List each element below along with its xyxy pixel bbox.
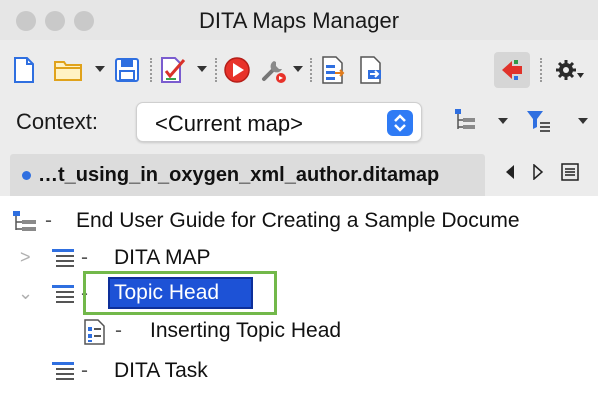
tree-item-dita-task[interactable]: - DITA Task	[0, 354, 598, 390]
context-select[interactable]: <Current map>	[136, 102, 422, 142]
map-tree: - End User Guide for Creating a Sample D…	[0, 196, 598, 404]
tree-dash: -	[81, 359, 88, 382]
tree-root-row[interactable]: - End User Guide for Creating a Sample D…	[0, 204, 598, 240]
tree-dash: -	[45, 209, 52, 232]
filter-icon[interactable]	[524, 106, 554, 134]
topicref-icon	[52, 249, 76, 274]
validate-icon[interactable]	[158, 56, 188, 84]
map-tab-label: …t_using_in_oxygen_xml_author.ditamap	[38, 164, 440, 186]
title-bar: DITA Maps Manager	[0, 0, 598, 40]
toolbar	[0, 40, 598, 96]
expand-chevron-icon[interactable]: >	[20, 247, 31, 268]
tree-dash: -	[115, 319, 122, 342]
tree-root-label: End User Guide for Creating a Sample Doc…	[76, 209, 520, 232]
apply-transformation-icon[interactable]	[222, 56, 252, 84]
open-dropdown-icon[interactable]	[95, 66, 105, 72]
open-folder-icon[interactable]	[53, 56, 83, 84]
filter-dropdown-icon[interactable]	[578, 118, 588, 124]
topic-file-icon	[84, 319, 106, 350]
tab-list-menu-icon[interactable]	[560, 162, 580, 182]
sort-icon[interactable]	[453, 106, 479, 134]
collapse-chevron-icon[interactable]: ⌄	[18, 283, 33, 304]
modified-dot-icon	[22, 171, 31, 180]
tree-item-label: DITA Task	[114, 359, 208, 382]
tree-item-topic-head[interactable]: ⌄ - Topic Head	[0, 271, 598, 315]
export-map-icon[interactable]	[320, 56, 346, 84]
map-tab[interactable]: …t_using_in_oxygen_xml_author.ditamap	[10, 154, 485, 196]
tree-dash: -	[81, 246, 88, 269]
context-row: Context: <Current map>	[0, 96, 598, 148]
topichead-icon	[52, 285, 76, 310]
tree-item-label: DITA MAP	[114, 246, 211, 269]
validate-dropdown-icon[interactable]	[197, 66, 207, 72]
context-selected-value: <Current map>	[155, 111, 303, 136]
toolbar-separator	[150, 58, 152, 82]
new-file-icon[interactable]	[12, 56, 36, 84]
toolbar-separator	[540, 58, 542, 82]
map-tab-bar: …t_using_in_oxygen_xml_author.ditamap	[0, 148, 598, 196]
highlight-annotation	[83, 271, 277, 315]
topicref-icon	[52, 362, 76, 387]
context-label: Context:	[16, 109, 98, 134]
sort-dropdown-icon[interactable]	[498, 118, 508, 124]
toolbar-separator	[310, 58, 312, 82]
map-root-icon	[12, 210, 38, 239]
tree-item-label: Inserting Topic Head	[150, 319, 342, 342]
transformation-dropdown-icon[interactable]	[293, 66, 303, 72]
tab-scroll-right-icon[interactable]	[530, 162, 546, 182]
window-title: DITA Maps Manager	[198, 8, 400, 33]
toolbar-separator	[215, 58, 217, 82]
configure-transformation-icon[interactable]	[258, 56, 288, 84]
open-map-in-editor-icon[interactable]	[358, 56, 384, 84]
link-with-editor-icon[interactable]	[494, 52, 530, 88]
save-icon[interactable]	[114, 56, 140, 84]
tree-item-inserting-topic-head[interactable]: - Inserting Topic Head	[0, 314, 598, 350]
tab-scroll-left-icon[interactable]	[502, 162, 518, 182]
settings-icon[interactable]	[553, 56, 587, 84]
select-updown-icon[interactable]	[387, 110, 413, 136]
